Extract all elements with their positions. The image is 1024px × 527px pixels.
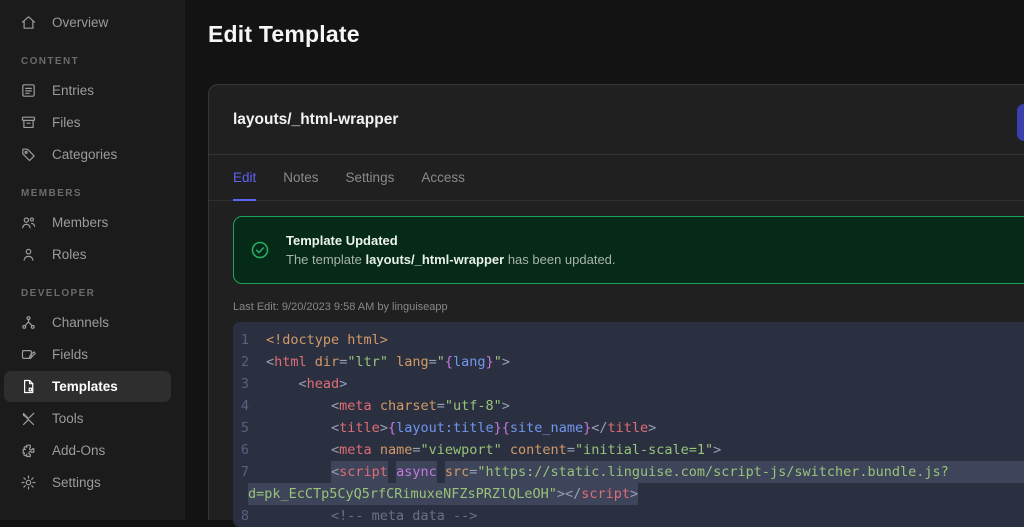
sidebar-item-categories[interactable]: Categories bbox=[4, 139, 171, 170]
page-title: Edit Template bbox=[208, 21, 360, 47]
panel-header: layouts/_html-wrapper bbox=[209, 85, 1024, 155]
code-line[interactable]: d=pk_EcCTp5CyQ5rfCRimuxeNFZsPRZlQLeOH" ><… bbox=[233, 483, 1024, 505]
sidebar-item-label: Templates bbox=[52, 379, 118, 394]
sidebar-item-entries[interactable]: Entries bbox=[4, 75, 171, 106]
roles-icon bbox=[20, 246, 37, 263]
selection-highlight bbox=[948, 461, 1024, 483]
template-name: layouts/_html-wrapper bbox=[233, 111, 399, 128]
code-line[interactable]: 7 < script async src = "https://static.ling… bbox=[233, 461, 1024, 483]
line-number: 4 bbox=[240, 398, 249, 414]
code-line[interactable]: 5 < title >{layout:title}{site_name} </titl… bbox=[233, 417, 1024, 439]
line-number: 7 bbox=[240, 464, 249, 480]
sidebar-section-developer: DEVELOPER bbox=[21, 288, 96, 299]
sidebar-item-add-ons[interactable]: Add-Ons bbox=[4, 435, 171, 466]
sidebar-item-templates[interactable]: Templates bbox=[4, 371, 171, 402]
sidebar-item-overview[interactable]: Overview bbox=[4, 7, 171, 38]
sidebar-item-label: Members bbox=[52, 215, 109, 230]
sidebar-item-label: Files bbox=[52, 115, 81, 130]
sidebar-section-content: CONTENT bbox=[21, 56, 80, 67]
code-line[interactable]: 3 < head > bbox=[233, 373, 1024, 395]
code-editor[interactable]: 1 <!doctype html> 2 < html dir = "ltr" lang = "{… bbox=[233, 322, 1024, 527]
banner-title: Template Updated bbox=[286, 233, 398, 248]
sidebar-item-label: Roles bbox=[52, 247, 87, 262]
sidebar-item-roles[interactable]: Roles bbox=[4, 239, 171, 270]
sidebar-item-label: Fields bbox=[52, 347, 89, 362]
tab-access[interactable]: Access bbox=[421, 155, 465, 200]
sidebar: Overview CONTENT Entries Files Categories MEM… bbox=[0, 0, 185, 520]
line-number: 1 bbox=[240, 332, 249, 348]
sidebar-item-tools[interactable]: Tools bbox=[4, 403, 171, 434]
tab-edit[interactable]: Edit bbox=[233, 155, 257, 201]
sidebar-item-files[interactable]: Files bbox=[4, 107, 171, 138]
sidebar-item-channels[interactable]: Channels bbox=[4, 307, 171, 338]
tab-notes[interactable]: Notes bbox=[283, 155, 318, 200]
banner-template-name: layouts/_html-wrapper bbox=[365, 252, 505, 267]
template-panel: layouts/_html-wrapper Edit Notes Setting… bbox=[208, 84, 1024, 527]
sidebar-item-label: Add-Ons bbox=[52, 443, 106, 458]
sidebar-nav: Overview CONTENT Entries Files Categories MEM… bbox=[0, 7, 185, 498]
sidebar-item-fields[interactable]: Fields bbox=[4, 339, 171, 370]
save-button[interactable] bbox=[1017, 104, 1024, 141]
code-line[interactable]: 4 < meta charset = "utf-8" > bbox=[233, 395, 1024, 417]
line-number: 5 bbox=[240, 420, 249, 436]
sidebar-item-members[interactable]: Members bbox=[4, 207, 171, 238]
templates-icon bbox=[20, 378, 37, 395]
members-icon bbox=[20, 214, 37, 231]
check-circle-icon bbox=[251, 241, 269, 259]
addons-icon bbox=[20, 442, 37, 459]
code-line[interactable]: 6 < meta name = "viewport" content = "initial… bbox=[233, 439, 1024, 461]
entries-icon bbox=[20, 82, 37, 99]
banner-body: The template layouts/_html-wrapper has b… bbox=[286, 252, 616, 267]
success-banner: Template Updated The template layouts/_h… bbox=[233, 216, 1024, 284]
sidebar-item-label: Categories bbox=[52, 147, 118, 162]
code-line[interactable]: 2 < html dir = "ltr" lang = "{lang} " > bbox=[233, 351, 1024, 373]
sidebar-item-settings[interactable]: Settings bbox=[4, 467, 171, 498]
sidebar-section-members: MEMBERS bbox=[21, 188, 82, 199]
tab-settings[interactable]: Settings bbox=[346, 155, 395, 200]
home-icon bbox=[20, 14, 37, 31]
line-number: 8 bbox=[240, 508, 249, 524]
sidebar-item-label: Overview bbox=[52, 15, 109, 30]
code-line[interactable]: 8 <!-- meta data --> bbox=[233, 505, 1024, 527]
line-number: 2 bbox=[240, 354, 249, 370]
tools-icon bbox=[20, 410, 37, 427]
code-line[interactable]: 1 <!doctype html> bbox=[233, 329, 1024, 351]
line-number bbox=[233, 483, 248, 505]
line-number: 3 bbox=[240, 376, 249, 392]
fields-icon bbox=[20, 346, 37, 363]
last-edit-info: Last Edit: 9/20/2023 9:58 AM by linguise… bbox=[233, 301, 448, 313]
files-icon bbox=[20, 114, 37, 131]
sidebar-item-label: Channels bbox=[52, 315, 110, 330]
sidebar-item-label: Tools bbox=[52, 411, 84, 426]
settings-icon bbox=[20, 474, 37, 491]
categories-icon bbox=[20, 146, 37, 163]
banner-text: Template Updated The template layouts/_h… bbox=[286, 233, 616, 267]
channels-icon bbox=[20, 314, 37, 331]
tab-bar: Edit Notes Settings Access bbox=[209, 155, 1024, 201]
sidebar-item-label: Settings bbox=[52, 475, 101, 490]
line-number: 6 bbox=[240, 442, 249, 458]
sidebar-item-label: Entries bbox=[52, 83, 95, 98]
